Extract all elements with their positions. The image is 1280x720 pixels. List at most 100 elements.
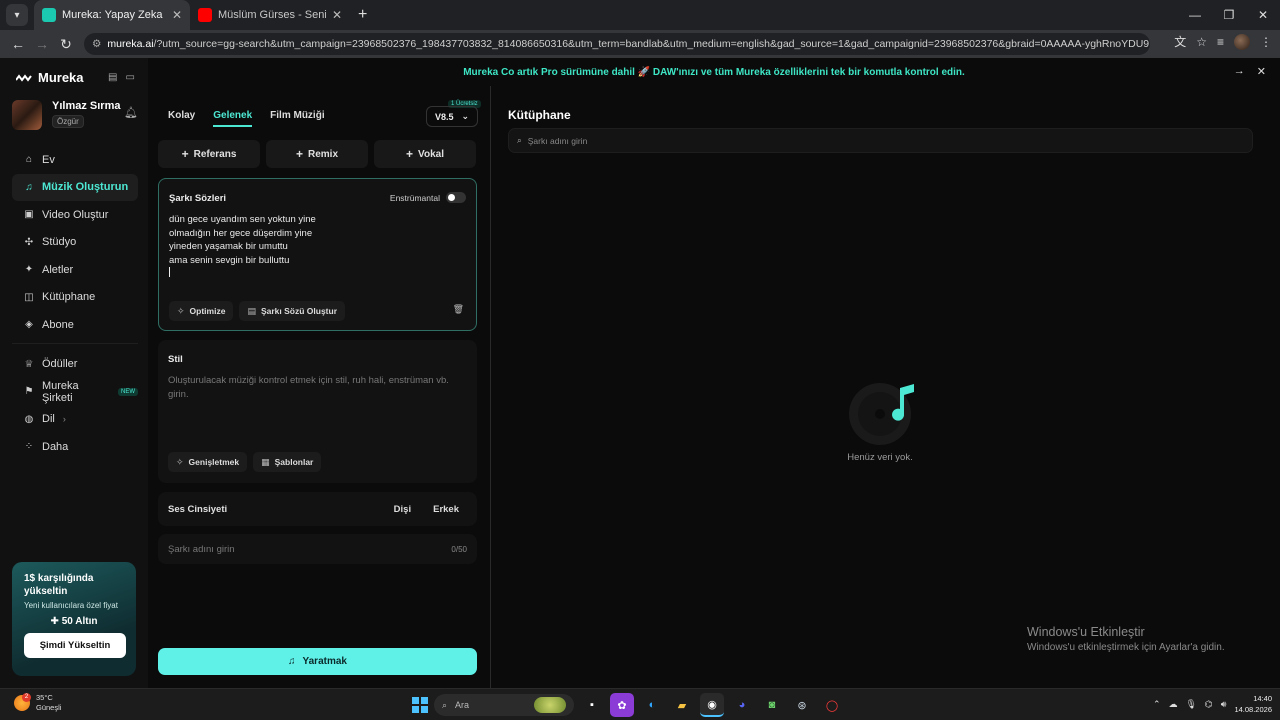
site-info-icon[interactable]: ⚙: [92, 38, 101, 50]
generate-lyrics-button[interactable]: ▤ Şarkı Sözü Oluştur: [239, 301, 346, 321]
discord-icon[interactable]: ◕: [730, 693, 754, 717]
avatar[interactable]: [12, 100, 42, 130]
sidebar-item-studyo[interactable]: ✣ Stüdyo: [12, 229, 138, 257]
instrumental-label: Enstrümantal: [389, 192, 440, 203]
upgrade-now-button[interactable]: Şimdi Yükseltin: [24, 633, 126, 658]
windows-start-icon[interactable]: [412, 697, 428, 713]
chrome-icon[interactable]: ◉: [700, 693, 724, 717]
tab-kolay[interactable]: Kolay: [168, 110, 195, 127]
new-tab-icon[interactable]: +: [358, 6, 367, 24]
sun-icon: 2: [14, 693, 31, 711]
remix-button[interactable]: + Remix: [266, 140, 368, 168]
version-select[interactable]: V8.5 ⌄: [426, 106, 478, 127]
announcement-banner[interactable]: Mureka Co artık Pro sürümüne dahil 🚀 DAW…: [148, 58, 1280, 86]
clock-time: 14:40: [1253, 694, 1272, 703]
profile-avatar[interactable]: [1234, 33, 1250, 50]
sidebar-item-oduller[interactable]: ♕ Ödüller: [12, 351, 138, 379]
sidebar-item-label: Ödüller: [42, 358, 78, 371]
show-hidden-icons-icon[interactable]: ⌃: [1153, 699, 1161, 710]
sidebar-item-muzik-olusturun[interactable]: ♫ Müzik Oluşturun: [12, 173, 138, 201]
style-box[interactable]: Stil Oluşturulacak müziği kontrol etmek …: [158, 340, 477, 483]
opera-icon[interactable]: ◯: [820, 693, 844, 717]
empty-state-text: Henüz veri yok.: [847, 452, 913, 463]
volume-icon[interactable]: 🔊︎: [1221, 699, 1227, 710]
sidebar-item-kutuphane[interactable]: ◫ Kütüphane: [12, 284, 138, 312]
translate-icon[interactable]: 文: [1174, 33, 1186, 50]
music-note-icon: ♫: [25, 181, 33, 193]
reload-icon[interactable]: ↻: [54, 36, 78, 53]
tab-gelenek[interactable]: Gelenek: [213, 110, 253, 127]
sidebar-item-video-olustur[interactable]: ▣ Video Oluştur: [12, 201, 138, 229]
sidebar-item-aletler[interactable]: ✦ Aletler: [12, 256, 138, 284]
female-option[interactable]: Dişi: [394, 504, 411, 515]
pane-divider[interactable]: [490, 86, 491, 688]
notes-icon[interactable]: ▤: [108, 72, 117, 83]
close-window-icon[interactable]: ✕: [1246, 0, 1280, 30]
taskbar-search[interactable]: ⌕ Ara: [434, 694, 574, 716]
extensions-icon[interactable]: ≡: [1217, 35, 1224, 49]
steam-icon[interactable]: ⊛: [790, 693, 814, 717]
sidebar-item-daha[interactable]: ⁘ Daha: [12, 433, 138, 461]
sidebar-item-abone[interactable]: ◈ Abone: [12, 311, 138, 339]
forward-icon[interactable]: →: [30, 36, 54, 52]
vokal-button[interactable]: + Vokal: [374, 140, 476, 168]
templates-button[interactable]: ▦ Şablonlar: [253, 452, 322, 472]
minimize-icon[interactable]: —: [1178, 0, 1212, 30]
tab-search-button[interactable]: ▾: [6, 4, 28, 26]
sidebar-item-mureka-sirketi[interactable]: ⚑ Mureka Şirketi NEW: [12, 378, 138, 406]
style-input[interactable]: Oluşturulacak müziği kontrol etmek için …: [168, 374, 464, 402]
collapse-sidebar-icon[interactable]: ▭: [125, 72, 134, 83]
ai-app-icon[interactable]: ✿: [610, 693, 634, 717]
network-icon[interactable]: ⌬: [1205, 699, 1213, 710]
optimize-button[interactable]: ✧ Optimize: [169, 301, 234, 321]
close-tab-icon[interactable]: ✕: [172, 8, 182, 22]
library-search-input[interactable]: ⌕ Şarkı adını girin: [508, 128, 1253, 153]
task-view-icon[interactable]: ▪: [580, 693, 604, 717]
new-badge: NEW: [118, 387, 138, 396]
create-button[interactable]: ♫ Yaratmak: [158, 648, 477, 675]
maximize-icon[interactable]: ❐: [1212, 0, 1246, 30]
file-explorer-icon[interactable]: ▰: [670, 693, 694, 717]
browser-tab-youtube[interactable]: Müslüm Gürses - Seni Yazdım ✕: [190, 0, 350, 30]
sidebar-item-label: Video Oluştur: [42, 208, 109, 221]
sidebar-item-label: Dil: [42, 413, 55, 426]
expand-button[interactable]: ✧ Genişletmek: [168, 452, 248, 472]
close-tab-icon[interactable]: ✕: [332, 8, 342, 22]
plus-icon: +: [181, 147, 189, 161]
brand[interactable]: Mureka: [16, 70, 84, 85]
cloud-icon[interactable]: ☁: [1168, 699, 1177, 710]
bookmark-star-icon[interactable]: ☆: [1196, 35, 1207, 49]
optimize-label: Optimize: [189, 306, 226, 316]
sidebar-item-dil[interactable]: ◍ Dil ›: [12, 406, 138, 434]
sidebar-item-label: Mureka Şirketi: [41, 379, 79, 404]
trash-icon[interactable]: 🗑︎: [453, 304, 464, 315]
lyrics-textarea[interactable]: dün gece uyandım sen yoktun yine olmadığ…: [169, 213, 316, 282]
browser-menu-icon[interactable]: ⋮: [1260, 35, 1272, 49]
globe-icon: ◍: [24, 413, 34, 425]
document-icon: ▤: [247, 305, 256, 316]
bell-icon[interactable]: 🔔︎: [124, 106, 138, 119]
sidebar-item-ev[interactable]: ⌂ Ev: [12, 146, 138, 174]
banner-close-icon[interactable]: ✕: [1257, 65, 1266, 78]
taskbar-clock[interactable]: 14:40 14.08.2026: [1234, 693, 1272, 715]
user-profile[interactable]: Yılmaz Sırma Özgür: [12, 100, 120, 130]
referans-button[interactable]: + Referans: [158, 140, 260, 168]
song-title-input[interactable]: Şarkı adını girin 0/50: [158, 534, 477, 564]
home-icon: ⌂: [25, 154, 33, 166]
banner-arrow-icon[interactable]: →: [1234, 65, 1245, 78]
browser-tab-mureka[interactable]: Mureka: Yapay Zeka ile Benzersi ✕: [34, 0, 190, 30]
sidebar-item-label: Aletler: [42, 263, 74, 276]
text-caret: [169, 267, 316, 282]
tab-film-muzigi[interactable]: Film Müziği: [270, 110, 324, 127]
lyrics-box[interactable]: Şarkı Sözleri Enstrümantal dün gece uyan…: [158, 178, 477, 331]
weather-widget[interactable]: 2 35°C Güneşli: [14, 693, 61, 713]
instrumental-toggle[interactable]: [446, 192, 466, 203]
gaming-app-icon[interactable]: ◙: [760, 693, 784, 717]
coins-label: 50 Altın: [61, 616, 98, 627]
voice-gender-label: Ses Cinsiyeti: [168, 503, 228, 515]
edge-browser-icon[interactable]: ◐: [640, 693, 664, 717]
address-bar[interactable]: ⚙ mureka.ai/?utm_source=gg-search&utm_ca…: [84, 33, 1150, 55]
back-icon[interactable]: ←: [6, 36, 30, 52]
male-option[interactable]: Erkek: [433, 504, 459, 515]
microphone-icon[interactable]: 🎙︎: [1185, 699, 1196, 710]
